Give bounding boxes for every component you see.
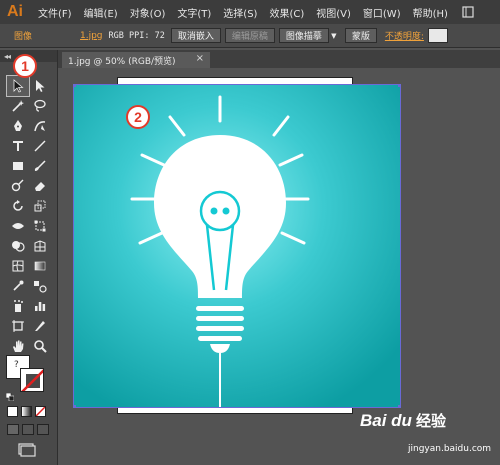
lightbulb-image bbox=[74, 85, 400, 407]
menu-select[interactable]: 选择(S) bbox=[217, 5, 263, 20]
type-tool-icon[interactable] bbox=[7, 136, 29, 156]
symbol-sprayer-tool-icon[interactable] bbox=[7, 296, 29, 316]
eyedropper-tool-icon[interactable] bbox=[7, 276, 29, 296]
image-trace-button[interactable]: 图像描摹 bbox=[278, 28, 329, 43]
paintbrush-tool-icon[interactable] bbox=[29, 156, 51, 176]
menu-help[interactable]: 帮助(H) bbox=[407, 5, 454, 20]
menu-edit[interactable]: 编辑(E) bbox=[78, 5, 124, 20]
menu-bar: Ai 文件(F) 编辑(E) 对象(O) 文字(T) 选择(S) 效果(C) 视… bbox=[0, 0, 500, 24]
workspace-switcher-icon[interactable] bbox=[460, 4, 476, 20]
watermark-url: jingyan.baidu.com bbox=[408, 444, 492, 454]
object-type-label: 图像 bbox=[14, 32, 33, 42]
magic-wand-tool-icon[interactable] bbox=[7, 96, 29, 116]
trace-preset-dropdown-icon[interactable]: ▼ bbox=[329, 28, 339, 43]
unknown-fill-icon: ? bbox=[14, 360, 19, 370]
gradient-tool-icon[interactable] bbox=[29, 256, 51, 276]
hand-tool-icon[interactable] bbox=[7, 336, 29, 356]
document-tab-title: 1.jpg @ 50% (RGB/预览) bbox=[68, 56, 176, 67]
draw-inside-icon[interactable] bbox=[37, 424, 49, 435]
menu-object[interactable]: 对象(O) bbox=[124, 5, 172, 20]
opacity-label[interactable]: 不透明度: bbox=[385, 29, 424, 42]
annotation-badge-1: 1 bbox=[13, 54, 37, 78]
pen-tool-icon[interactable] bbox=[7, 116, 29, 136]
artboard-tool-icon[interactable] bbox=[7, 316, 29, 336]
shape-builder-tool-icon[interactable] bbox=[7, 236, 29, 256]
curvature-tool-icon[interactable] bbox=[29, 116, 51, 136]
color-mode-row bbox=[7, 406, 53, 418]
app-logo: Ai bbox=[7, 3, 23, 20]
color-mode-icon[interactable] bbox=[7, 406, 18, 417]
direct-selection-tool-icon[interactable] bbox=[29, 76, 51, 96]
width-tool-icon[interactable] bbox=[7, 216, 29, 236]
shaper-tool-icon[interactable] bbox=[7, 176, 29, 196]
draw-mode-row bbox=[7, 424, 53, 436]
placed-image[interactable] bbox=[73, 84, 401, 408]
blend-tool-icon[interactable] bbox=[29, 276, 51, 296]
edit-original-button[interactable]: 编辑原稿 bbox=[224, 28, 275, 43]
mesh-tool-icon[interactable] bbox=[7, 256, 29, 276]
gradient-mode-icon[interactable] bbox=[21, 406, 32, 417]
free-transform-tool-icon[interactable] bbox=[29, 216, 51, 236]
draw-normal-icon[interactable] bbox=[7, 424, 19, 435]
control-bar: 图像 1.jpg RGB PPI: 72 取消嵌入 编辑原稿 图像描摹 ▼ 蒙版… bbox=[0, 24, 500, 48]
slice-tool-icon[interactable] bbox=[29, 316, 51, 336]
column-graph-tool-icon[interactable] bbox=[29, 296, 51, 316]
menu-file[interactable]: 文件(F) bbox=[30, 5, 78, 20]
perspective-grid-tool-icon[interactable] bbox=[29, 236, 51, 256]
draw-behind-icon[interactable] bbox=[22, 424, 34, 435]
illustrator-window: Ai 文件(F) 编辑(E) 对象(O) 文字(T) 选择(S) 效果(C) 视… bbox=[0, 0, 500, 465]
watermark-brand: Bai du bbox=[360, 410, 412, 430]
stroke-swatch[interactable] bbox=[20, 368, 44, 392]
line-tool-icon[interactable] bbox=[29, 136, 51, 156]
annotation-badge-2: 2 bbox=[126, 105, 150, 129]
opacity-field[interactable] bbox=[427, 28, 448, 43]
baidu-watermark: Bai du 经验 bbox=[360, 410, 446, 431]
menu-effect[interactable]: 效果(C) bbox=[263, 5, 310, 20]
rectangle-tool-icon[interactable] bbox=[7, 156, 29, 176]
color-info: RGB PPI: 72 bbox=[108, 30, 165, 41]
scale-tool-icon[interactable] bbox=[29, 196, 51, 216]
cancel-embed-button[interactable]: 取消嵌入 bbox=[170, 28, 221, 43]
zoom-tool-icon[interactable] bbox=[29, 336, 51, 356]
tools-panel: ◂◂ ? bbox=[0, 50, 58, 465]
document-tab[interactable]: 1.jpg @ 50% (RGB/预览) × bbox=[62, 52, 210, 68]
tab-close-icon[interactable]: × bbox=[196, 53, 204, 64]
selection-tool-icon[interactable] bbox=[6, 75, 30, 97]
mask-button[interactable]: 蒙版 bbox=[344, 28, 377, 43]
canvas-area[interactable] bbox=[58, 68, 500, 465]
linked-file-link[interactable]: 1.jpg bbox=[80, 31, 103, 41]
lasso-tool-icon[interactable] bbox=[29, 96, 51, 116]
watermark-product: 经验 bbox=[415, 412, 446, 430]
eraser-tool-icon[interactable] bbox=[29, 176, 51, 196]
menu-view[interactable]: 视图(V) bbox=[310, 5, 357, 20]
screen-mode-icon[interactable] bbox=[18, 442, 36, 457]
document-tab-bar: 1.jpg @ 50% (RGB/预览) × bbox=[58, 50, 500, 68]
default-colors-icon[interactable] bbox=[5, 386, 15, 402]
menu-window[interactable]: 窗口(W) bbox=[357, 5, 407, 20]
rotate-tool-icon[interactable] bbox=[7, 196, 29, 216]
none-mode-icon[interactable] bbox=[35, 406, 46, 417]
menu-type[interactable]: 文字(T) bbox=[171, 5, 217, 20]
